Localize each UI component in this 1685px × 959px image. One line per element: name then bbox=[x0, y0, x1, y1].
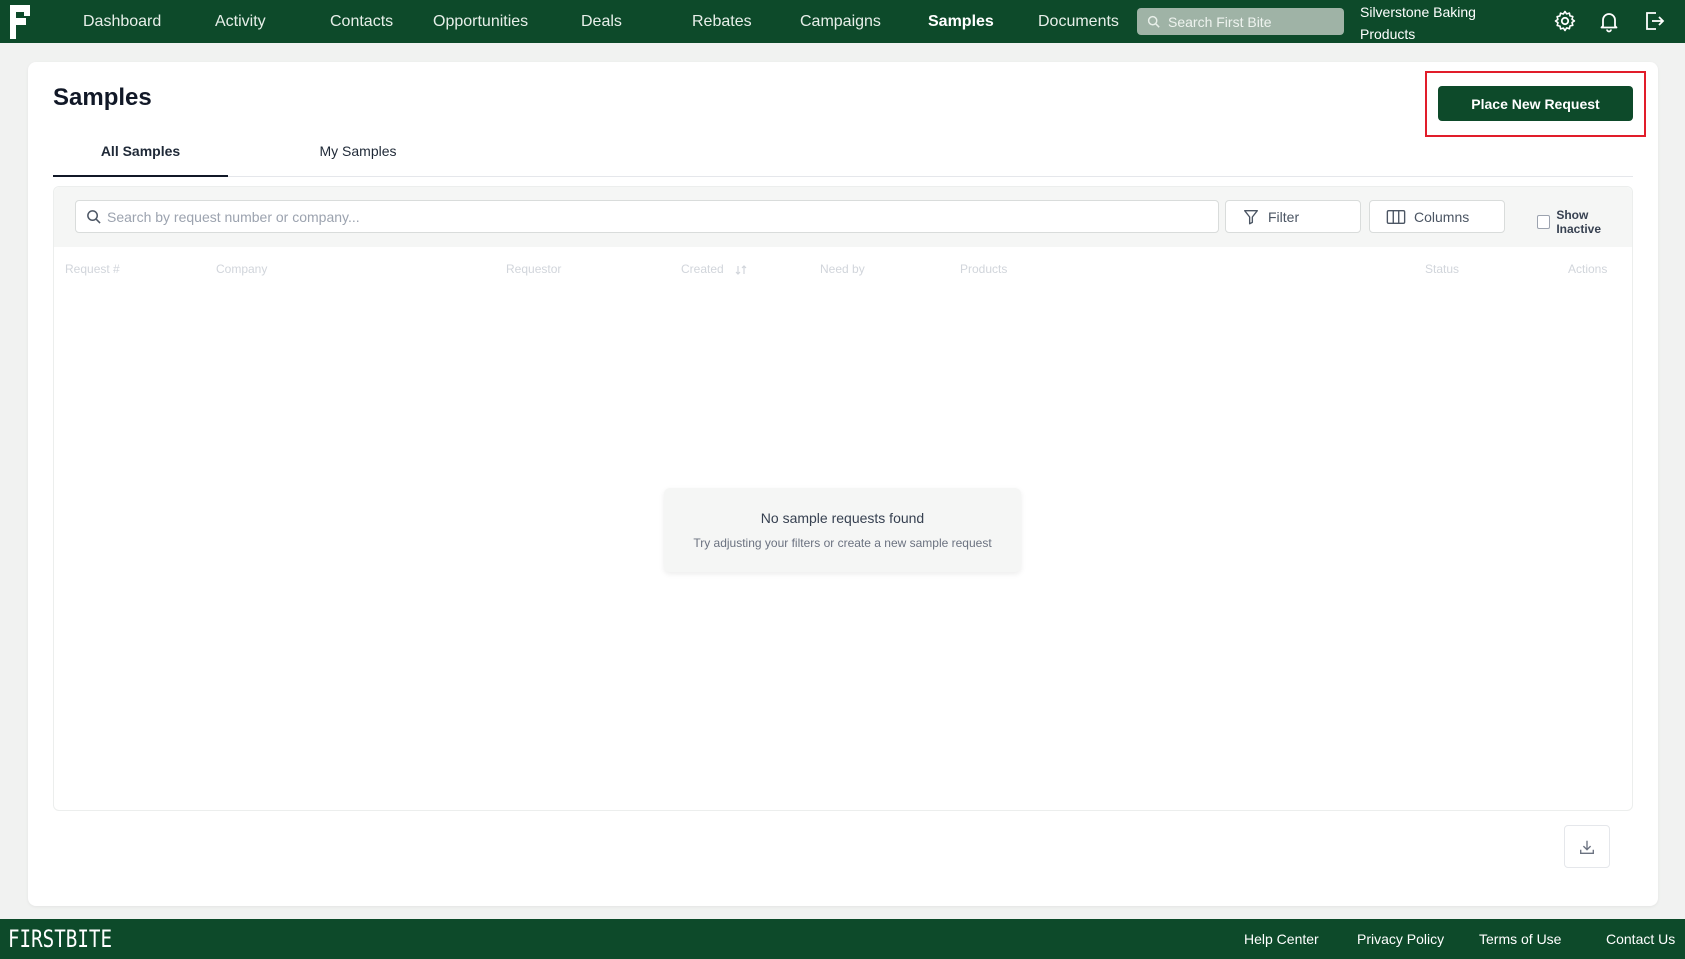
tab-all-samples[interactable]: All Samples bbox=[53, 126, 228, 177]
gear-icon[interactable] bbox=[1553, 9, 1577, 33]
nav-item-deals[interactable]: Deals bbox=[581, 0, 622, 43]
nav-item-opportunities[interactable]: Opportunities bbox=[433, 0, 528, 43]
empty-state-title: No sample requests found bbox=[760, 510, 925, 526]
column-header-need-by[interactable]: Need by bbox=[820, 262, 865, 276]
columns-label: Columns bbox=[1414, 208, 1470, 225]
table-search-input[interactable] bbox=[107, 208, 1207, 225]
column-header-created-label: Created bbox=[681, 262, 724, 276]
search-icon bbox=[1147, 15, 1160, 28]
column-header-request[interactable]: Request # bbox=[65, 262, 120, 276]
column-header-products[interactable]: Products bbox=[960, 262, 1007, 276]
column-header-status[interactable]: Status bbox=[1425, 262, 1459, 276]
download-icon bbox=[1580, 840, 1594, 854]
filter-button[interactable]: Filter bbox=[1225, 200, 1361, 233]
columns-icon bbox=[1386, 209, 1406, 224]
nav-item-documents[interactable]: Documents bbox=[1038, 0, 1119, 43]
main-card: Samples Place New Request All Samples My… bbox=[28, 62, 1658, 906]
samples-table-panel: Filter Columns Show Inactive Request # C… bbox=[53, 186, 1633, 811]
filter-icon bbox=[1244, 209, 1258, 224]
sort-icon[interactable] bbox=[735, 264, 747, 275]
nav-item-activity[interactable]: Activity bbox=[215, 0, 266, 43]
show-inactive-toggle[interactable]: Show Inactive bbox=[1537, 208, 1632, 236]
nav-item-campaigns[interactable]: Campaigns bbox=[800, 0, 881, 43]
show-inactive-checkbox[interactable] bbox=[1537, 215, 1551, 229]
column-header-requestor[interactable]: Requestor bbox=[506, 262, 561, 276]
tabs: All Samples My Samples bbox=[53, 126, 1633, 177]
footer-link-help-center[interactable]: Help Center bbox=[1244, 919, 1319, 959]
global-search[interactable] bbox=[1137, 8, 1344, 35]
top-nav: Dashboard Activity Contacts Opportunitie… bbox=[0, 0, 1685, 43]
show-inactive-label: Show Inactive bbox=[1556, 208, 1602, 236]
empty-state-subtitle: Try adjusting your filters or create a n… bbox=[693, 536, 992, 550]
bell-icon[interactable] bbox=[1597, 9, 1621, 33]
nav-item-dashboard[interactable]: Dashboard bbox=[83, 0, 161, 43]
column-header-company[interactable]: Company bbox=[216, 262, 267, 276]
table-toolbar: Filter Columns Show Inactive bbox=[54, 187, 1632, 247]
footer-brand-logo[interactable]: FIRSTBITE bbox=[8, 925, 112, 953]
tab-my-samples[interactable]: My Samples bbox=[278, 126, 438, 177]
table-search[interactable] bbox=[75, 200, 1219, 233]
filter-label: Filter bbox=[1268, 208, 1300, 225]
footer-link-terms-of-use[interactable]: Terms of Use bbox=[1479, 919, 1561, 959]
place-new-request-button[interactable]: Place New Request bbox=[1438, 86, 1633, 121]
logout-icon[interactable] bbox=[1642, 9, 1666, 33]
download-button[interactable] bbox=[1564, 825, 1610, 868]
search-icon bbox=[87, 210, 101, 224]
nav-item-contacts[interactable]: Contacts bbox=[330, 0, 393, 43]
org-name[interactable]: Silverstone Baking Products bbox=[1360, 1, 1500, 45]
nav-item-rebates[interactable]: Rebates bbox=[692, 0, 752, 43]
footer-link-privacy-policy[interactable]: Privacy Policy bbox=[1357, 919, 1444, 959]
footer: FIRSTBITE Help Center Privacy Policy Ter… bbox=[0, 919, 1685, 959]
columns-button[interactable]: Columns bbox=[1369, 200, 1505, 233]
column-header-created[interactable]: Created bbox=[681, 262, 747, 276]
nav-item-samples[interactable]: Samples bbox=[928, 0, 994, 43]
column-header-actions: Actions bbox=[1568, 262, 1608, 276]
empty-state: No sample requests found Try adjusting y… bbox=[664, 488, 1021, 572]
global-search-input[interactable] bbox=[1168, 13, 1338, 30]
firstbite-logo[interactable] bbox=[0, 0, 40, 43]
footer-link-contact-us[interactable]: Contact Us bbox=[1606, 919, 1675, 959]
logo-mark-icon bbox=[10, 4, 30, 39]
page-title: Samples bbox=[53, 84, 152, 111]
